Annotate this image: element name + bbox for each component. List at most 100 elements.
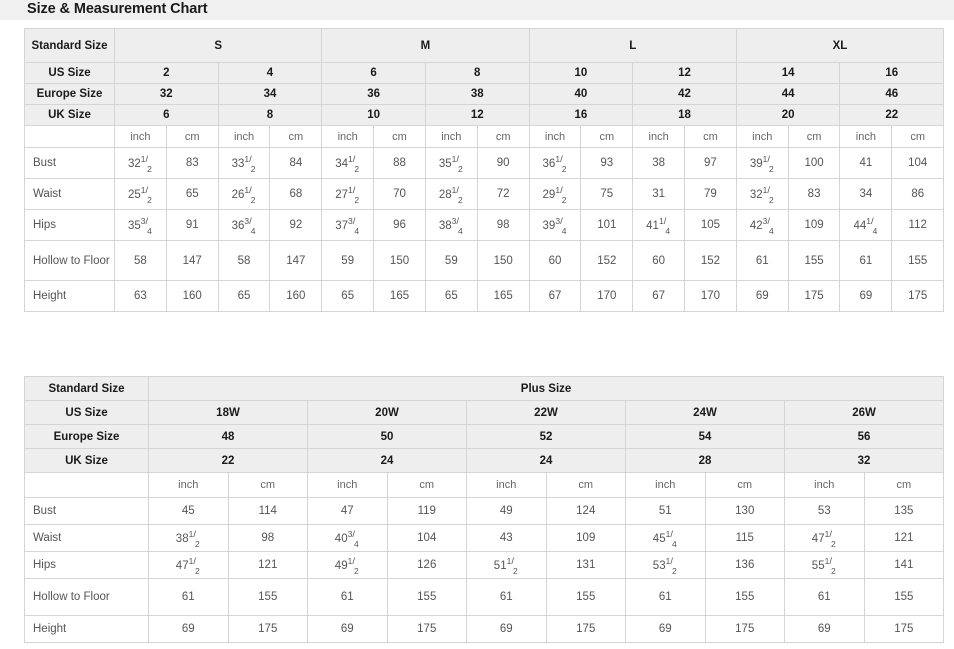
europe-size-value: 44 <box>735 83 841 105</box>
measurement-inch: 47 <box>307 497 388 525</box>
unit-cm: cm <box>684 125 737 148</box>
page-header-band: Size & Measurement Chart <box>0 0 954 20</box>
measurement-inch: 373/4 <box>321 209 375 241</box>
measurement-cm: 115 <box>704 524 785 552</box>
measurement-cm: 155 <box>863 578 945 616</box>
unit-header-row: inch cm inch cm inch cm inch cm inch cm <box>24 472 945 498</box>
measurement-inch: 321/2 <box>114 147 167 179</box>
unit-inch: inch <box>217 125 271 148</box>
measurement-cm: 126 <box>386 551 467 579</box>
europe-size-value: 48 <box>148 424 308 449</box>
measurement-inch: 67 <box>632 280 686 312</box>
measurement-inch: 391/2 <box>735 147 789 179</box>
standard-size-table: Standard Size S M L XL US Size 2 4 6 8 10 12 14 16 Eur… <box>24 28 945 312</box>
uk-size-value: 10 <box>321 104 426 126</box>
measurement-inch: 61 <box>466 578 547 616</box>
measurement-cm: 175 <box>545 615 626 643</box>
measurement-inch: 491/2 <box>307 551 388 579</box>
measurement-cm: 119 <box>386 497 467 525</box>
measurement-cm: 79 <box>684 178 737 210</box>
unit-inch: inch <box>148 472 229 498</box>
measurement-inch: 423/4 <box>735 209 789 241</box>
measurement-inch: 69 <box>625 615 706 643</box>
unit-cm: cm <box>580 125 634 148</box>
unit-header-row: inch cm inch cm inch cm inch cm inch cm inch cm inch… <box>24 125 945 148</box>
measurement-cm: 90 <box>476 147 530 179</box>
measurement-cm: 75 <box>580 178 634 210</box>
measurement-cm: 91 <box>165 209 219 241</box>
measurement-cm: 155 <box>545 578 626 616</box>
measurement-cm: 150 <box>476 240 530 281</box>
measurement-cm: 72 <box>476 178 530 210</box>
measurement-label: Hollow to Floor <box>24 578 149 616</box>
measurement-cm: 83 <box>165 147 219 179</box>
measurement-label: Hips <box>24 551 149 579</box>
europe-size-row: Europe Size 32 34 36 38 40 42 44 46 <box>24 83 945 105</box>
measurement-row: Hollow to Floor 58 147 58 147 59 150 59 150 60 152… <box>24 240 945 281</box>
unit-cm: cm <box>386 472 467 498</box>
unit-inch: inch <box>839 125 893 148</box>
measurement-cm: 175 <box>704 615 785 643</box>
unit-inch: inch <box>466 472 547 498</box>
measurement-inch: 53 <box>784 497 865 525</box>
measurement-inch: 60 <box>528 240 582 281</box>
measurement-inch: 381/2 <box>148 524 229 552</box>
uk-size-value: 24 <box>307 448 467 473</box>
unit-cm: cm <box>545 472 626 498</box>
measurement-inch: 58 <box>217 240 271 281</box>
uk-size-value: 8 <box>217 104 323 126</box>
measurement-inch: 69 <box>307 615 388 643</box>
measurement-inch: 363/4 <box>217 209 271 241</box>
measurement-cm: 112 <box>891 209 945 241</box>
measurement-cm: 65 <box>165 178 219 210</box>
measurement-cm: 100 <box>787 147 841 179</box>
measurement-inch: 69 <box>735 280 789 312</box>
measurement-inch: 45 <box>148 497 229 525</box>
europe-size-value: 46 <box>839 83 945 105</box>
europe-size-value: 38 <box>424 83 530 105</box>
measurement-cm: 175 <box>787 280 841 312</box>
measurement-inch: 471/2 <box>784 524 865 552</box>
corner-label: Standard Size <box>24 376 149 401</box>
measurement-cm: 130 <box>704 497 785 525</box>
unit-cm: cm <box>165 125 219 148</box>
unit-inch: inch <box>784 472 865 498</box>
measurement-inch: 38 <box>632 147 686 179</box>
measurement-row: Hollow to Floor 61 155 61 155 61 155 61 155 61 155 <box>24 578 945 616</box>
measurement-label: Height <box>24 280 115 312</box>
us-size-value: 20W <box>307 400 467 425</box>
measurement-inch: 251/2 <box>114 178 167 210</box>
us-size-value: 14 <box>735 62 841 84</box>
measurement-cm: 141 <box>863 551 945 579</box>
us-size-value: 16 <box>839 62 945 84</box>
measurement-inch: 271/2 <box>321 178 375 210</box>
measurement-row: Bust 321/2 83 331/2 84 341/2 88 351/2 90 361/2 93 3… <box>24 147 945 179</box>
measurement-inch: 61 <box>625 578 706 616</box>
group-header-row: Standard Size S M L XL <box>24 28 945 63</box>
measurement-inch: 321/2 <box>735 178 789 210</box>
europe-size-value: 54 <box>625 424 785 449</box>
group-header-m: M <box>321 28 530 63</box>
unit-inch: inch <box>632 125 686 148</box>
measurement-inch: 61 <box>148 578 229 616</box>
measurement-cm: 86 <box>891 178 945 210</box>
measurement-cm: 97 <box>684 147 737 179</box>
measurement-label: Waist <box>24 178 115 210</box>
unit-cm: cm <box>863 472 945 498</box>
measurement-row: Height 63 160 65 160 65 165 65 165 67 170 67 170 69 17… <box>24 280 945 312</box>
measurement-cm: 93 <box>580 147 634 179</box>
unit-inch: inch <box>625 472 706 498</box>
uk-size-row: UK Size 6 8 10 12 16 18 20 22 <box>24 104 945 126</box>
unit-row-corner <box>24 472 149 498</box>
measurement-row: Waist 251/2 65 261/2 68 271/2 70 281/2 72 291/2 75… <box>24 178 945 210</box>
group-header-plus-size: Plus Size <box>147 376 945 401</box>
measurement-cm: 155 <box>787 240 841 281</box>
measurement-cm: 155 <box>891 240 945 281</box>
uk-size-value: 16 <box>528 104 634 126</box>
measurement-inch: 551/2 <box>784 551 865 579</box>
measurement-cm: 170 <box>580 280 634 312</box>
measurement-cm: 175 <box>863 615 945 643</box>
measurement-inch: 63 <box>114 280 167 312</box>
measurement-inch: 61 <box>307 578 388 616</box>
unit-inch: inch <box>307 472 388 498</box>
